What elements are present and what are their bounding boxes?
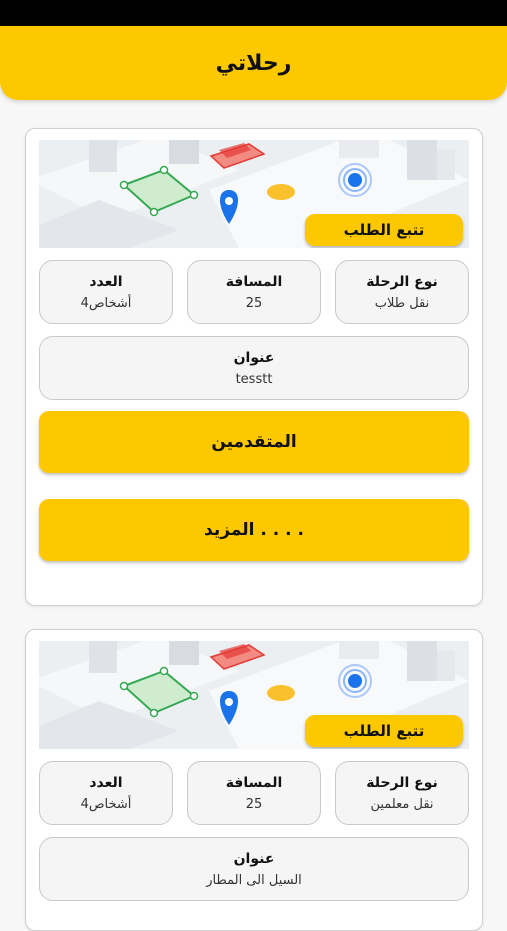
distance-label: المسافة	[225, 273, 283, 290]
more-button[interactable]: المزيد . . . .	[39, 499, 469, 561]
track-order-button[interactable]: تتبع الطلب	[305, 715, 463, 747]
address-box: عنوان السيل الى المطار	[39, 837, 469, 901]
map-preview: تتبع الطلب	[39, 641, 469, 749]
address-label: عنوان	[233, 850, 275, 867]
applicants-button[interactable]: المتقدمين	[39, 411, 469, 473]
address-value: tesstt	[235, 371, 273, 387]
count-value: 4أشخاص	[80, 295, 132, 311]
trip-type-box: نوع الرحلة نقل طلاب	[335, 260, 469, 324]
trip-type-value: نقل طلاب	[374, 295, 430, 311]
count-value: 4أشخاص	[80, 796, 132, 812]
address-label: عنوان	[233, 349, 275, 366]
count-label: العدد	[89, 273, 123, 290]
trip-type-box: نوع الرحلة نقل معلمين	[335, 761, 469, 825]
trip-card: تتبع الطلب نوع الرحلة نقل معلمين المسافة…	[25, 629, 483, 931]
trip-info-row: نوع الرحلة نقل معلمين المسافة 25 العدد 4…	[39, 761, 469, 825]
address-value: السيل الى المطار	[206, 872, 302, 888]
count-box: العدد 4أشخاص	[39, 260, 173, 324]
distance-label: المسافة	[225, 774, 283, 791]
trip-type-value: نقل معلمين	[370, 796, 434, 812]
trip-type-label: نوع الرحلة	[366, 273, 438, 290]
distance-value: 25	[245, 295, 263, 311]
address-box: عنوان tesstt	[39, 336, 469, 400]
app-header: رحلاتي	[0, 26, 507, 100]
distance-box: المسافة 25	[187, 260, 321, 324]
trip-type-label: نوع الرحلة	[366, 774, 438, 791]
track-order-button[interactable]: تتبع الطلب	[305, 214, 463, 246]
distance-value: 25	[245, 796, 263, 812]
distance-box: المسافة 25	[187, 761, 321, 825]
status-bar	[0, 0, 507, 26]
count-label: العدد	[89, 774, 123, 791]
map-preview: تتبع الطلب	[39, 140, 469, 248]
trip-info-row: نوع الرحلة نقل طلاب المسافة 25 العدد 4أش…	[39, 260, 469, 324]
trip-card: تتبع الطلب نوع الرحلة نقل طلاب المسافة 2…	[25, 128, 483, 606]
page-title: رحلاتي	[215, 50, 292, 76]
count-box: العدد 4أشخاص	[39, 761, 173, 825]
